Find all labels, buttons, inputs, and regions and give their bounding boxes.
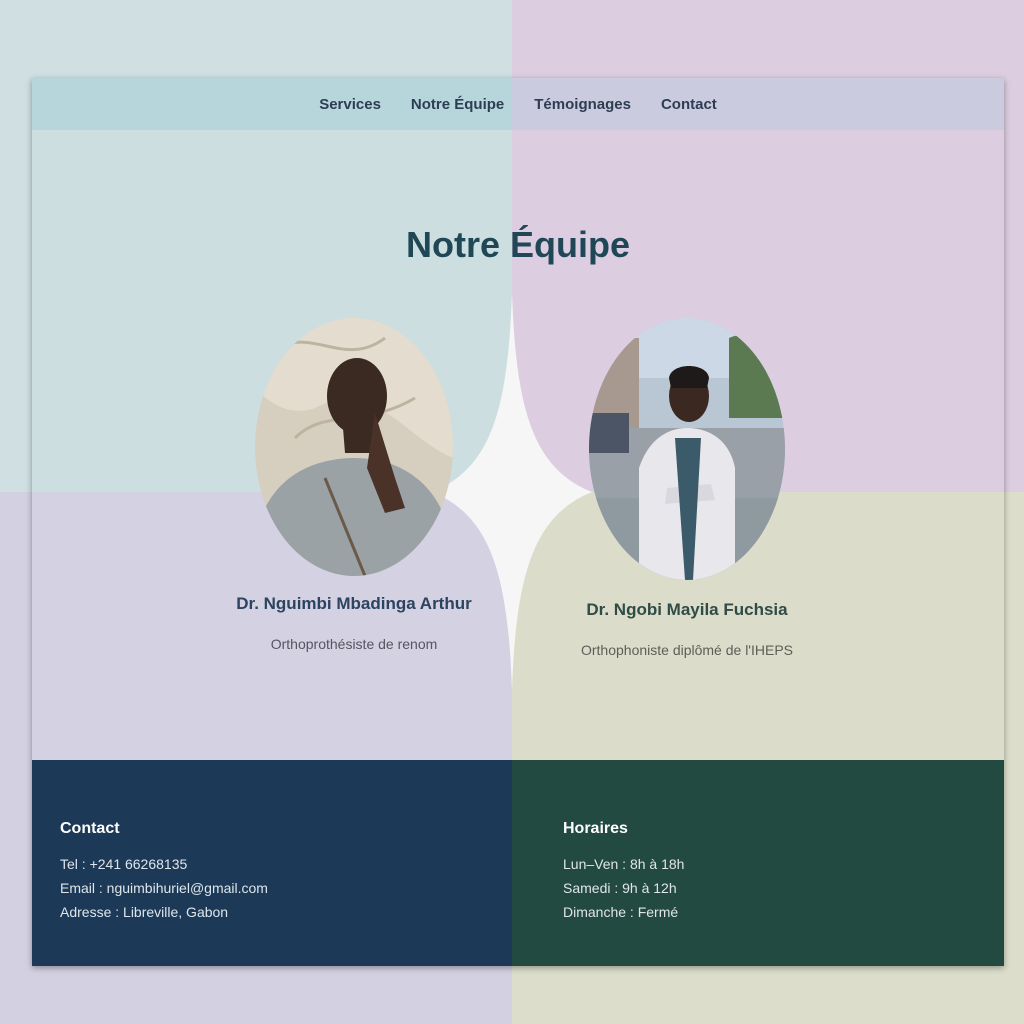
site-footer: Contact Tel : +241 66268135 Email : ngui… (32, 760, 1004, 966)
footer-hours-heading: Horaires (563, 820, 628, 837)
team-member-photo (255, 318, 453, 576)
team-member-photo (589, 318, 785, 580)
footer-email[interactable]: Email : nguimbihuriel@gmail.com (60, 876, 268, 900)
nav-link-services[interactable]: Services (319, 96, 381, 113)
nav-link-temoignages[interactable]: Témoignages (534, 96, 631, 113)
footer-hours-weekdays: Lun–Ven : 8h à 18h (563, 856, 685, 872)
website-page: Services Notre Équipe Témoignages Contac… (32, 78, 1004, 966)
footer-contact-column: Contact Tel : +241 66268135 Email : ngui… (60, 820, 268, 924)
footer-hours-sunday: Dimanche : Fermé (563, 904, 679, 920)
footer-phone[interactable]: Tel : +241 66268135 (60, 852, 268, 876)
footer-contact-heading: Contact (60, 820, 120, 837)
team-member-card: Dr. Ngobi Mayila Fuchsia Orthophoniste d… (552, 318, 822, 658)
nav-link-contact[interactable]: Contact (661, 96, 717, 113)
footer-hours-saturday: Samedi : 9h à 12h (563, 880, 677, 896)
team-member-name: Dr. Nguimbi Mbadinga Arthur (236, 594, 472, 613)
top-navbar: Services Notre Équipe Témoignages Contac… (32, 78, 1004, 130)
team-member-card: Dr. Nguimbi Mbadinga Arthur Orthoprothés… (224, 318, 484, 652)
footer-hours-column: Horaires Lun–Ven : 8h à 18h Samedi : 9h … (563, 820, 684, 924)
team-member-name: Dr. Ngobi Mayila Fuchsia (586, 600, 788, 619)
team-section-title: Notre Équipe (405, 224, 630, 265)
team-member-role: Orthoprothésiste de renom (270, 636, 438, 652)
nav-link-notre-equipe[interactable]: Notre Équipe (411, 96, 504, 113)
footer-address: Adresse : Libreville, Gabon (60, 904, 229, 920)
team-member-role: Orthophoniste diplômé de l'IHEPS (580, 642, 793, 658)
